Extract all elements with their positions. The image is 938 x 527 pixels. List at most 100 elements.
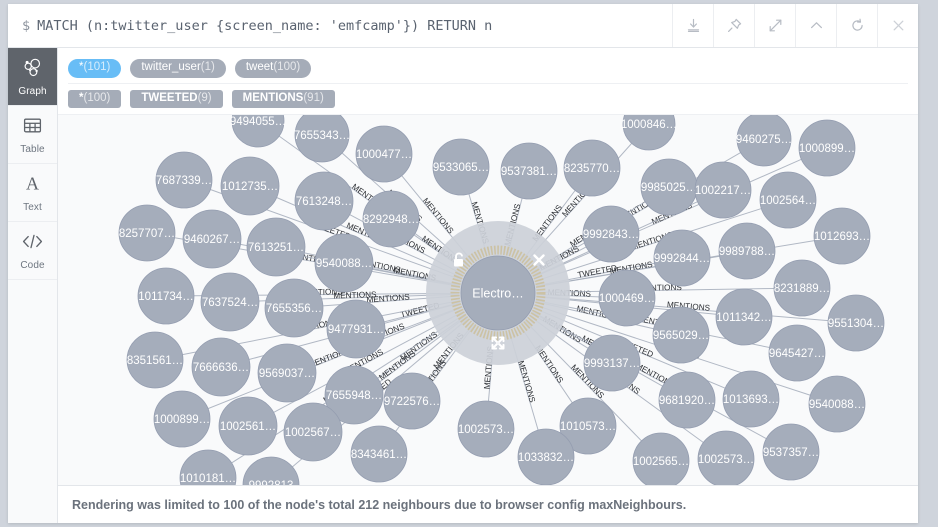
node-caption: Electro… [472,287,523,301]
graph-node[interactable]: 1002564… [759,171,817,229]
query-prompt: $ [22,17,31,34]
query-text[interactable]: $ MATCH (n:twitter_user {screen_name: 'e… [8,4,672,47]
graph-node[interactable]: 1000899… [153,390,211,448]
graph-node[interactable]: 1002561… [218,396,278,456]
graph-node[interactable]: 9985025… [640,158,698,216]
graph-node[interactable]: 9494055… [230,115,286,148]
graph-node[interactable]: 1002565… [632,432,690,485]
graph-node[interactable]: 1012693… [813,207,871,265]
node-caption: 7655356… [266,303,322,315]
graph-icon [22,57,43,83]
node-caption: 9494055… [230,116,286,128]
graph-node[interactable]: 7655356… [264,278,324,338]
graph-node[interactable]: 7666636… [191,337,251,397]
graph-node[interactable]: 9540088… [314,233,374,293]
graph-node[interactable]: 9460267… [182,209,242,269]
svg-text:A: A [26,173,39,193]
graph-node[interactable]: 8343461… [350,425,408,483]
graph-node[interactable]: 1000477… [355,125,413,183]
chevron-up-icon[interactable] [795,4,836,47]
graph-view: *(101) twitter_user(1) tweet(100) *(100)… [58,48,918,523]
sidebar-item-code[interactable]: Code [8,222,57,280]
graph-node[interactable]: 9722576… [383,372,441,430]
graph-node[interactable]: 8231889… [773,259,831,317]
expand-icon[interactable] [754,4,795,47]
selected-node[interactable]: Electro… [426,221,570,365]
graph-node[interactable]: 9533065… [432,138,490,196]
graph-node[interactable]: 7687339… [155,151,213,209]
node-caption: 1002567… [285,427,341,439]
graph-node[interactable]: 8351561… [126,331,184,389]
graph-node[interactable]: 9537381… [500,142,558,200]
code-icon [21,231,44,257]
node-caption: 9569037… [259,368,315,380]
node-caption: 1011734… [138,291,193,303]
graph-node[interactable]: 7613251… [246,217,306,277]
node-label-row: *(101) twitter_user(1) tweet(100) [68,54,908,84]
graph-node[interactable]: 7655343… [294,115,350,163]
node-caption: 9681920… [659,395,715,407]
graph-node[interactable]: 9477931… [326,299,386,359]
status-message: Rendering was limited to 100 of the node… [72,497,687,512]
node-caption: 9477931… [328,324,384,336]
graph-node[interactable]: 9565029… [652,306,710,364]
graph-node[interactable]: 8235770… [563,139,621,197]
graph-node[interactable]: 9537357… [762,423,820,481]
graph-node[interactable]: 8292948… [362,190,420,248]
sidebar-item-text[interactable]: A Text [8,164,57,222]
graph-node[interactable]: 9989788… [718,222,776,280]
graph-node[interactable]: 1000469… [598,269,656,327]
graph-canvas[interactable]: MENTIONSMENTIONSMENTIONSTWEETEDMENTIONSM… [58,114,918,485]
pin-icon[interactable] [713,4,754,47]
graph-node[interactable]: 1033832… [517,428,575,485]
rel-type-pill-tweeted[interactable]: TWEETED(9) [130,89,223,109]
text-icon: A [22,173,43,199]
sidebar-item-graph[interactable]: Graph [8,48,57,106]
graph-node[interactable]: 9460275… [736,115,792,167]
graph-node[interactable]: 9681920… [658,371,716,429]
graph-node[interactable]: 9992843… [582,205,640,263]
graph-node[interactable]: 9551304… [827,294,885,352]
graph-node[interactable]: 1002217… [694,161,752,219]
graph-node[interactable]: 1002573… [457,400,515,458]
graph-legend: *(101) twitter_user(1) tweet(100) *(100)… [58,48,918,114]
graph-node[interactable]: 7637524… [200,272,260,332]
node-caption: 1012735… [222,181,278,193]
graph-node[interactable]: 1010181… [179,449,237,485]
node-label-pill-tweet[interactable]: tweet(100) [234,59,312,78]
graph-node[interactable]: 1011734… [137,267,195,325]
graph-node[interactable]: 1011342… [715,288,773,346]
result-body: Graph Table A Text Code *(101) twitter_u… [8,48,918,523]
graph-node[interactable]: 9992844… [653,229,711,287]
node-label-pill-all[interactable]: *(101) [68,59,122,78]
graph-node[interactable]: 1013693… [722,370,780,428]
graph-node[interactable]: 7613248… [294,171,354,231]
graph-node[interactable]: 9540088… [808,375,866,433]
rel-type-pill-mentions[interactable]: MENTIONS(91) [231,89,335,109]
close-icon[interactable] [877,4,918,47]
graph-node[interactable]: 8257707… [118,204,176,262]
graph-node[interactable]: 1002567… [283,402,343,462]
graph-node[interactable]: 1000846… [621,115,677,151]
graph-node[interactable]: 1002573… [697,430,755,485]
node-caption: 9992844… [654,253,710,265]
graph-node[interactable]: 9645427… [768,324,826,382]
refresh-icon[interactable] [836,4,877,47]
node-caption: 9537381… [501,166,557,178]
graph-node[interactable]: 9992813 [242,456,300,485]
sidebar-item-table[interactable]: Table [8,106,57,164]
node-label-pill-twitter-user[interactable]: twitter_user(1) [130,59,226,78]
node-caption: 9460275… [736,134,792,146]
rel-type-pill-all[interactable]: *(100) [68,89,122,109]
download-icon[interactable] [672,4,713,47]
sidebar-item-label: Text [23,201,42,213]
graph-node[interactable]: 9993137… [583,334,641,392]
graph-node[interactable]: 1012735… [220,156,280,216]
graph-node[interactable]: 9569037… [257,343,317,403]
node-caption: 9551304… [828,318,884,330]
graph-node[interactable]: 1000899… [798,119,856,177]
node-caption: 9992843… [583,229,639,241]
graph-svg[interactable]: MENTIONSMENTIONSMENTIONSTWEETEDMENTIONSM… [58,115,918,485]
relationship-label: MENTIONS [421,196,456,236]
node-caption: 1002564… [760,195,816,207]
